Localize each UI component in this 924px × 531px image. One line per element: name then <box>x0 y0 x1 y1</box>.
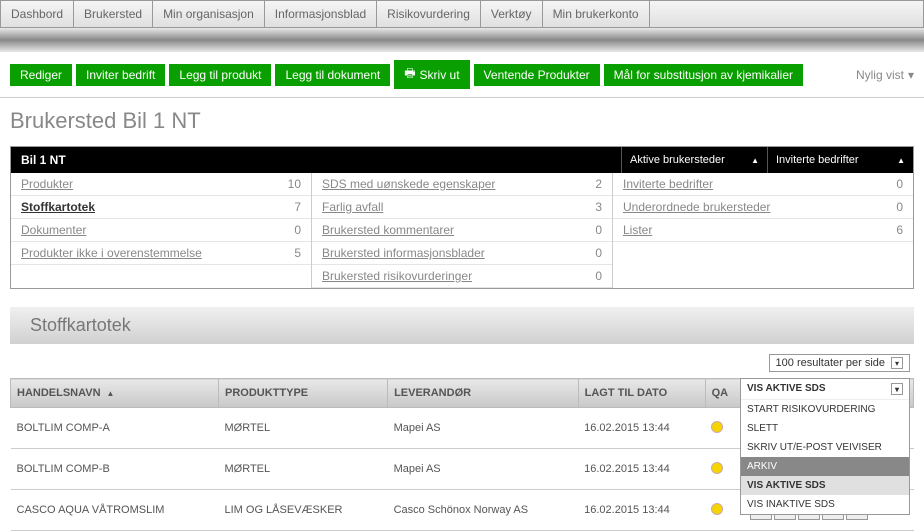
col-leverandor[interactable]: LEVERANDØR <box>388 379 579 408</box>
menu-arkiv[interactable]: ARKIV <box>741 457 909 476</box>
stats-col-2: SDS med uønskede egenskaper 2 Farlig avfa… <box>311 173 613 288</box>
printer-icon: 🖶 <box>404 64 415 85</box>
stat-underordnede[interactable]: Underordnede brukersteder <box>623 200 770 214</box>
skriv-ut-button[interactable]: 🖶 Skriv ut <box>394 60 469 89</box>
mal-substitusjon-button[interactable]: Mål for substitusjon av kjemikalier <box>604 64 803 86</box>
cell-qa <box>705 490 743 531</box>
dropdown-arrow-icon: ▾ <box>891 357 903 369</box>
stat-informasjonsblader[interactable]: Brukersted informasjonsblader <box>322 246 485 260</box>
ventende-produkter-button[interactable]: Ventende Produkter <box>474 64 600 86</box>
menu-slett[interactable]: SLETT <box>741 419 909 438</box>
menu-header[interactable]: VIS AKTIVE SDS ▾ <box>741 379 909 400</box>
page-title: Brukersted Bil 1 NT <box>0 98 924 146</box>
cell-lev: Casco Schönox Norway AS <box>388 490 579 531</box>
cell-dato: 16.02.2015 13:44 <box>578 449 705 490</box>
cell-navn[interactable]: CASCO AQUA VÅTROMSLIM <box>11 490 219 531</box>
stat-value: 2 <box>595 177 602 191</box>
stat-value: 0 <box>896 177 903 191</box>
nylig-vist-link[interactable]: Nylig vist ▾ <box>856 68 914 82</box>
cell-qa <box>705 408 743 449</box>
panel-header: Bil 1 NT Aktive brukersteder ▲ Inviterte… <box>11 147 913 173</box>
results-label: 100 resultater per side <box>776 357 885 369</box>
legg-til-dokument-button[interactable]: Legg til dokument <box>275 64 390 86</box>
cell-lev: Mapei AS <box>388 408 579 449</box>
skriv-ut-label: Skriv ut <box>420 68 460 82</box>
dd1-label: Aktive brukersteder <box>630 154 725 166</box>
stat-farlig-avfall[interactable]: Farlig avfall <box>322 200 383 214</box>
cell-lev: Mapei AS <box>388 449 579 490</box>
inviter-bedrift-button[interactable]: Inviter bedrift <box>76 64 165 86</box>
cell-qa <box>705 449 743 490</box>
stats-col-1: Produkter 10 Stoffkartotek 7 Dokumenter 0 P… <box>11 173 311 288</box>
stat-value: 7 <box>294 200 301 214</box>
stat-kommentarer[interactable]: Brukersted kommentarer <box>322 223 454 237</box>
decorative-bar <box>0 28 924 52</box>
stat-risikovurderinger[interactable]: Brukersted risikovurderinger <box>322 269 472 283</box>
section-title: Stoffkartotek <box>10 307 914 344</box>
stat-inviterte-bedrifter[interactable]: Inviterte bedrifter <box>623 177 713 191</box>
results-per-page-select[interactable]: 100 resultater per side ▾ <box>769 354 910 372</box>
nylig-vist-label: Nylig vist <box>856 68 904 82</box>
stat-value: 5 <box>294 246 301 260</box>
nav-risikovurdering[interactable]: Risikovurdering <box>377 1 481 27</box>
chevron-down-icon: ▾ <box>908 68 914 82</box>
nav-min-brukerkonto[interactable]: Min brukerkonto <box>543 1 650 27</box>
rediger-button[interactable]: Rediger <box>10 64 72 86</box>
cell-navn[interactable]: BOLTLIM COMP-B <box>11 449 219 490</box>
sort-asc-icon: ▲ <box>107 389 115 398</box>
action-toolbar: Rediger Inviter bedrift Legg til produkt… <box>0 60 924 98</box>
aktive-brukersteder-dropdown[interactable]: Aktive brukersteder ▲ <box>621 147 767 173</box>
menu-header-label: VIS AKTIVE SDS <box>747 383 826 395</box>
stat-produkter[interactable]: Produkter <box>21 177 73 191</box>
stats-body: Produkter 10 Stoffkartotek 7 Dokumenter 0 P… <box>11 173 913 288</box>
stat-value: 3 <box>595 200 602 214</box>
cell-type: MØRTEL <box>219 408 388 449</box>
stat-value: 6 <box>896 223 903 237</box>
stat-stoffkartotek[interactable]: Stoffkartotek <box>21 200 95 214</box>
stat-value: 0 <box>595 246 602 260</box>
stat-produkter-ikke-overenstemmelse[interactable]: Produkter ikke i overenstemmelse <box>21 246 202 260</box>
stat-dokumenter[interactable]: Dokumenter <box>21 223 86 237</box>
stats-col-3: Inviterte bedrifter 0 Underordnede bruker… <box>613 173 913 288</box>
cell-navn[interactable]: BOLTLIM COMP-A <box>11 408 219 449</box>
col-produkttype[interactable]: PRODUKTTYPE <box>219 379 388 408</box>
stat-value: 10 <box>288 177 301 191</box>
menu-vis-aktive-sds[interactable]: VIS AKTIVE SDS <box>741 476 909 495</box>
col-lagt-til-dato[interactable]: LAGT TIL DATO <box>578 379 705 408</box>
panel-title: Bil 1 NT <box>11 147 621 173</box>
triangle-up-icon: ▲ <box>751 156 759 165</box>
row-context-menu: VIS AKTIVE SDS ▾ START RISIKOVURDERING S… <box>740 378 910 515</box>
stat-value: 0 <box>294 223 301 237</box>
col-handelsnavn[interactable]: HANDELSNAVN▲ <box>11 379 219 408</box>
triangle-up-icon: ▲ <box>897 156 905 165</box>
cell-dato: 16.02.2015 13:44 <box>578 490 705 531</box>
cell-type: LIM OG LÅSEVÆSKER <box>219 490 388 531</box>
top-nav: Dashbord Brukersted Min organisasjon Inf… <box>0 0 924 28</box>
stat-value: 0 <box>595 269 602 283</box>
summary-panel: Bil 1 NT Aktive brukersteder ▲ Inviterte… <box>10 146 914 289</box>
qa-status-dot <box>711 421 723 433</box>
results-bar: 100 resultater per side ▾ <box>0 344 924 378</box>
stat-value: 0 <box>595 223 602 237</box>
nav-min-organisasjon[interactable]: Min organisasjon <box>153 1 265 27</box>
menu-start-risiko[interactable]: START RISIKOVURDERING <box>741 400 909 419</box>
qa-status-dot <box>711 462 723 474</box>
stat-lister[interactable]: Lister <box>623 223 652 237</box>
menu-skriv-ut-epost[interactable]: SKRIV UT/E-POST VEIVISER <box>741 438 909 457</box>
menu-collapse-icon[interactable]: ▾ <box>891 383 903 395</box>
stat-sds-uonskede[interactable]: SDS med uønskede egenskaper <box>322 177 495 191</box>
qa-status-dot <box>711 503 723 515</box>
menu-vis-inaktive-sds[interactable]: VIS INAKTIVE SDS <box>741 495 909 514</box>
nav-verktoy[interactable]: Verktøy <box>481 1 543 27</box>
cell-type: MØRTEL <box>219 449 388 490</box>
inviterte-bedrifter-dropdown[interactable]: Inviterte bedrifter ▲ <box>767 147 913 173</box>
nav-informasjonsblad[interactable]: Informasjonsblad <box>265 1 377 27</box>
col-qa[interactable]: QA <box>705 379 743 408</box>
stat-value: 0 <box>896 200 903 214</box>
dd2-label: Inviterte bedrifter <box>776 154 859 166</box>
nav-dashbord[interactable]: Dashbord <box>1 1 74 27</box>
nav-brukersted[interactable]: Brukersted <box>74 1 153 27</box>
cell-dato: 16.02.2015 13:44 <box>578 408 705 449</box>
legg-til-produkt-button[interactable]: Legg til produkt <box>169 64 271 86</box>
